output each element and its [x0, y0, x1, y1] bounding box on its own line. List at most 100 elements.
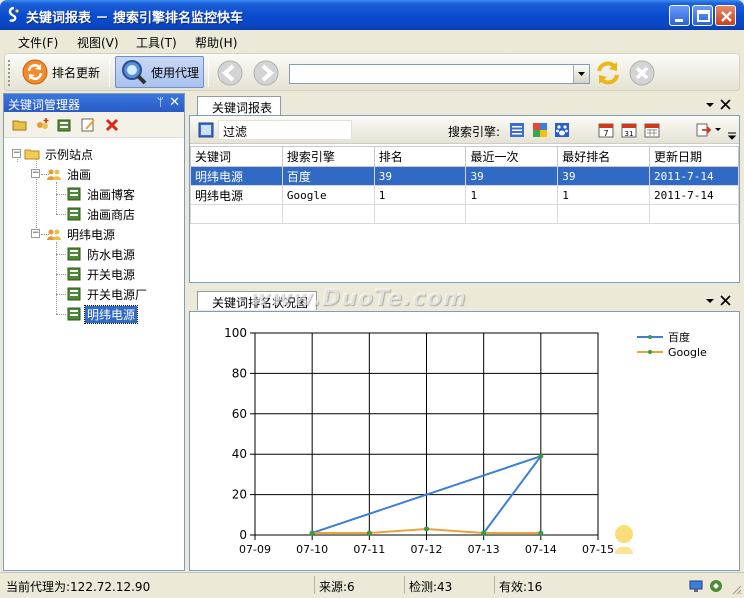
tab-close-icon[interactable] — [720, 295, 731, 306]
menu-view[interactable]: 视图(V) — [77, 34, 119, 51]
data-point — [538, 453, 544, 459]
group-collapse-toggle[interactable]: − — [31, 229, 40, 238]
tree-item[interactable]: 油画博客 — [66, 185, 137, 203]
tab-label: 关键词报表 — [212, 101, 273, 115]
open-folder-icon[interactable] — [12, 117, 28, 133]
keyword-report-panel: 过滤 搜索引擎: 7 31 关键词 搜索引擎 排名 最近一次 最好排名 更新日期 — [189, 115, 740, 283]
y-tick-label: 20 — [232, 488, 247, 502]
back-icon[interactable] — [215, 58, 245, 88]
tree-item[interactable]: 防水电源 — [66, 245, 137, 263]
calendar-31-icon[interactable]: 31 — [621, 122, 637, 138]
calendar-grid-icon[interactable] — [644, 122, 660, 138]
rank-update-label: 排名更新 — [52, 65, 101, 80]
tree-label: 开关电源厂 — [87, 287, 148, 302]
tree-item[interactable]: 开关电源 — [66, 265, 137, 283]
tab-dropdown-icon[interactable] — [705, 296, 715, 306]
export-icon[interactable] — [696, 122, 712, 138]
group-collapse-toggle[interactable]: − — [31, 169, 40, 178]
column-header-search-engine[interactable]: 搜索引擎 — [281, 146, 375, 167]
minimize-icon — [675, 19, 683, 22]
filter-icon[interactable] — [198, 122, 214, 138]
magnifier-globe-icon — [122, 60, 147, 85]
x-tick-label: 07-12 — [411, 543, 443, 556]
tree-item-selected[interactable]: 明纬电源 — [66, 304, 139, 324]
tab-close-icon[interactable] — [720, 99, 731, 110]
use-proxy-label: 使用代理 — [151, 65, 200, 80]
y-tick-label: 80 — [232, 366, 247, 380]
toolbar-grip[interactable] — [8, 60, 11, 86]
chart-tab-strip: 关键词排名状况图 — [189, 288, 740, 311]
pin-icon[interactable]: ᛘ — [157, 95, 164, 109]
x-tick-label: 07-10 — [296, 543, 328, 556]
table-cell: Google — [281, 185, 375, 205]
table-cell: 1 — [557, 185, 651, 205]
refresh-yellow-icon[interactable] — [593, 58, 623, 88]
table-header-row: 关键词 搜索引擎 排名 最近一次 最好排名 更新日期 — [190, 146, 739, 167]
calendar-7-icon[interactable]: 7 — [598, 122, 614, 138]
tree-group-meanwell[interactable]: 明纬电源 — [46, 225, 117, 243]
google-icon[interactable] — [532, 122, 548, 138]
edit-icon[interactable] — [80, 117, 96, 133]
baidu-paw-icon[interactable] — [554, 122, 570, 138]
report-toolbar: 过滤 搜索引擎: 7 31 — [190, 116, 739, 144]
column-header-best-rank[interactable]: 最好排名 — [557, 146, 651, 167]
forward-icon[interactable] — [251, 58, 281, 88]
toolbar-separator — [109, 59, 110, 87]
site-tree: − 示例站点 − 油画 油画博客 油画商店 − 明纬电源 防水电源 开关电源 开… — [4, 140, 184, 568]
column-header-rank[interactable]: 排名 — [373, 146, 467, 167]
keyword-manager-panel: 关键词管理器 ᛘ ✕ − 示例站点 − 油画 油画博客 油画商店 − 明纬电源 … — [3, 93, 185, 571]
tab-label: 关键词排名状况图 — [212, 296, 309, 310]
url-dropdown-button[interactable] — [573, 65, 589, 83]
delete-icon[interactable] — [104, 117, 120, 133]
status-valid: 有效:16 — [494, 576, 582, 594]
resize-grip-icon[interactable] — [730, 583, 742, 595]
table-cell: 明纬电源 — [190, 185, 283, 205]
filter-input[interactable]: 过滤 — [218, 120, 352, 140]
keyword-report-table: 关键词 搜索引擎 排名 最近一次 最好排名 更新日期 明纬电源 百度 39 39… — [190, 146, 739, 224]
table-cell: 1 — [465, 185, 559, 205]
data-point — [366, 530, 372, 536]
legend-label: Google — [668, 346, 707, 359]
menu-help[interactable]: 帮助(H) — [195, 34, 237, 51]
stop-icon[interactable] — [627, 58, 657, 88]
table-row[interactable]: 明纬电源 百度 39 39 39 2011-7-14 — [190, 166, 739, 186]
tab-rank-chart[interactable]: 关键词排名状况图 — [197, 291, 318, 310]
tab-dropdown-icon[interactable] — [705, 100, 715, 110]
menu-tools[interactable]: 工具(T) — [136, 34, 177, 51]
table-row[interactable]: 明纬电源 Google 1 1 1 2011-7-14 — [190, 185, 739, 205]
table-cell: 2011-7-14 — [649, 166, 739, 186]
menu-file[interactable]: 文件(F) — [18, 34, 58, 51]
tray-app-icon[interactable] — [708, 578, 724, 594]
tree-root-site[interactable]: 示例站点 — [24, 145, 95, 163]
status-proxy: 当前代理为:122.72.12.90 — [6, 580, 151, 594]
svg-text:7: 7 — [603, 129, 608, 138]
tree-group-oil-painting[interactable]: 油画 — [46, 165, 93, 183]
tree-item[interactable]: 开关电源厂 — [66, 285, 149, 303]
column-header-last[interactable]: 最近一次 — [465, 146, 559, 167]
list-view-icon[interactable] — [509, 122, 525, 138]
rank-update-button[interactable]: 排名更新 — [17, 56, 104, 88]
network-icon[interactable] — [688, 578, 704, 594]
panel-close-icon[interactable]: ✕ — [169, 95, 180, 110]
tree-label: 开关电源 — [87, 267, 136, 282]
add-group-icon[interactable] — [34, 117, 50, 133]
use-proxy-button[interactable]: 使用代理 — [115, 56, 205, 88]
root-collapse-toggle[interactable]: − — [12, 149, 21, 158]
tree-label: 防水电源 — [87, 247, 136, 262]
add-keyword-icon[interactable] — [56, 117, 72, 133]
close-button[interactable] — [715, 5, 736, 26]
tree-item[interactable]: 油画商店 — [66, 205, 137, 223]
tree-label: 示例站点 — [45, 147, 94, 162]
column-header-keyword[interactable]: 关键词 — [190, 146, 283, 167]
maximize-button[interactable] — [692, 5, 713, 26]
keyword-icon — [67, 267, 81, 281]
window-title: 关键词报表 － 搜索引擎排名监控快车 — [26, 11, 244, 26]
minimize-button[interactable] — [669, 5, 690, 26]
tree-label: 明纬电源 — [67, 227, 116, 242]
x-tick-label: 07-09 — [239, 543, 271, 556]
column-header-update-date[interactable]: 更新日期 — [649, 146, 739, 167]
toolbar-separator — [208, 59, 209, 87]
table-row-empty — [190, 204, 739, 224]
tab-keyword-report[interactable]: 关键词报表 — [197, 96, 282, 115]
url-combobox[interactable] — [289, 64, 590, 84]
